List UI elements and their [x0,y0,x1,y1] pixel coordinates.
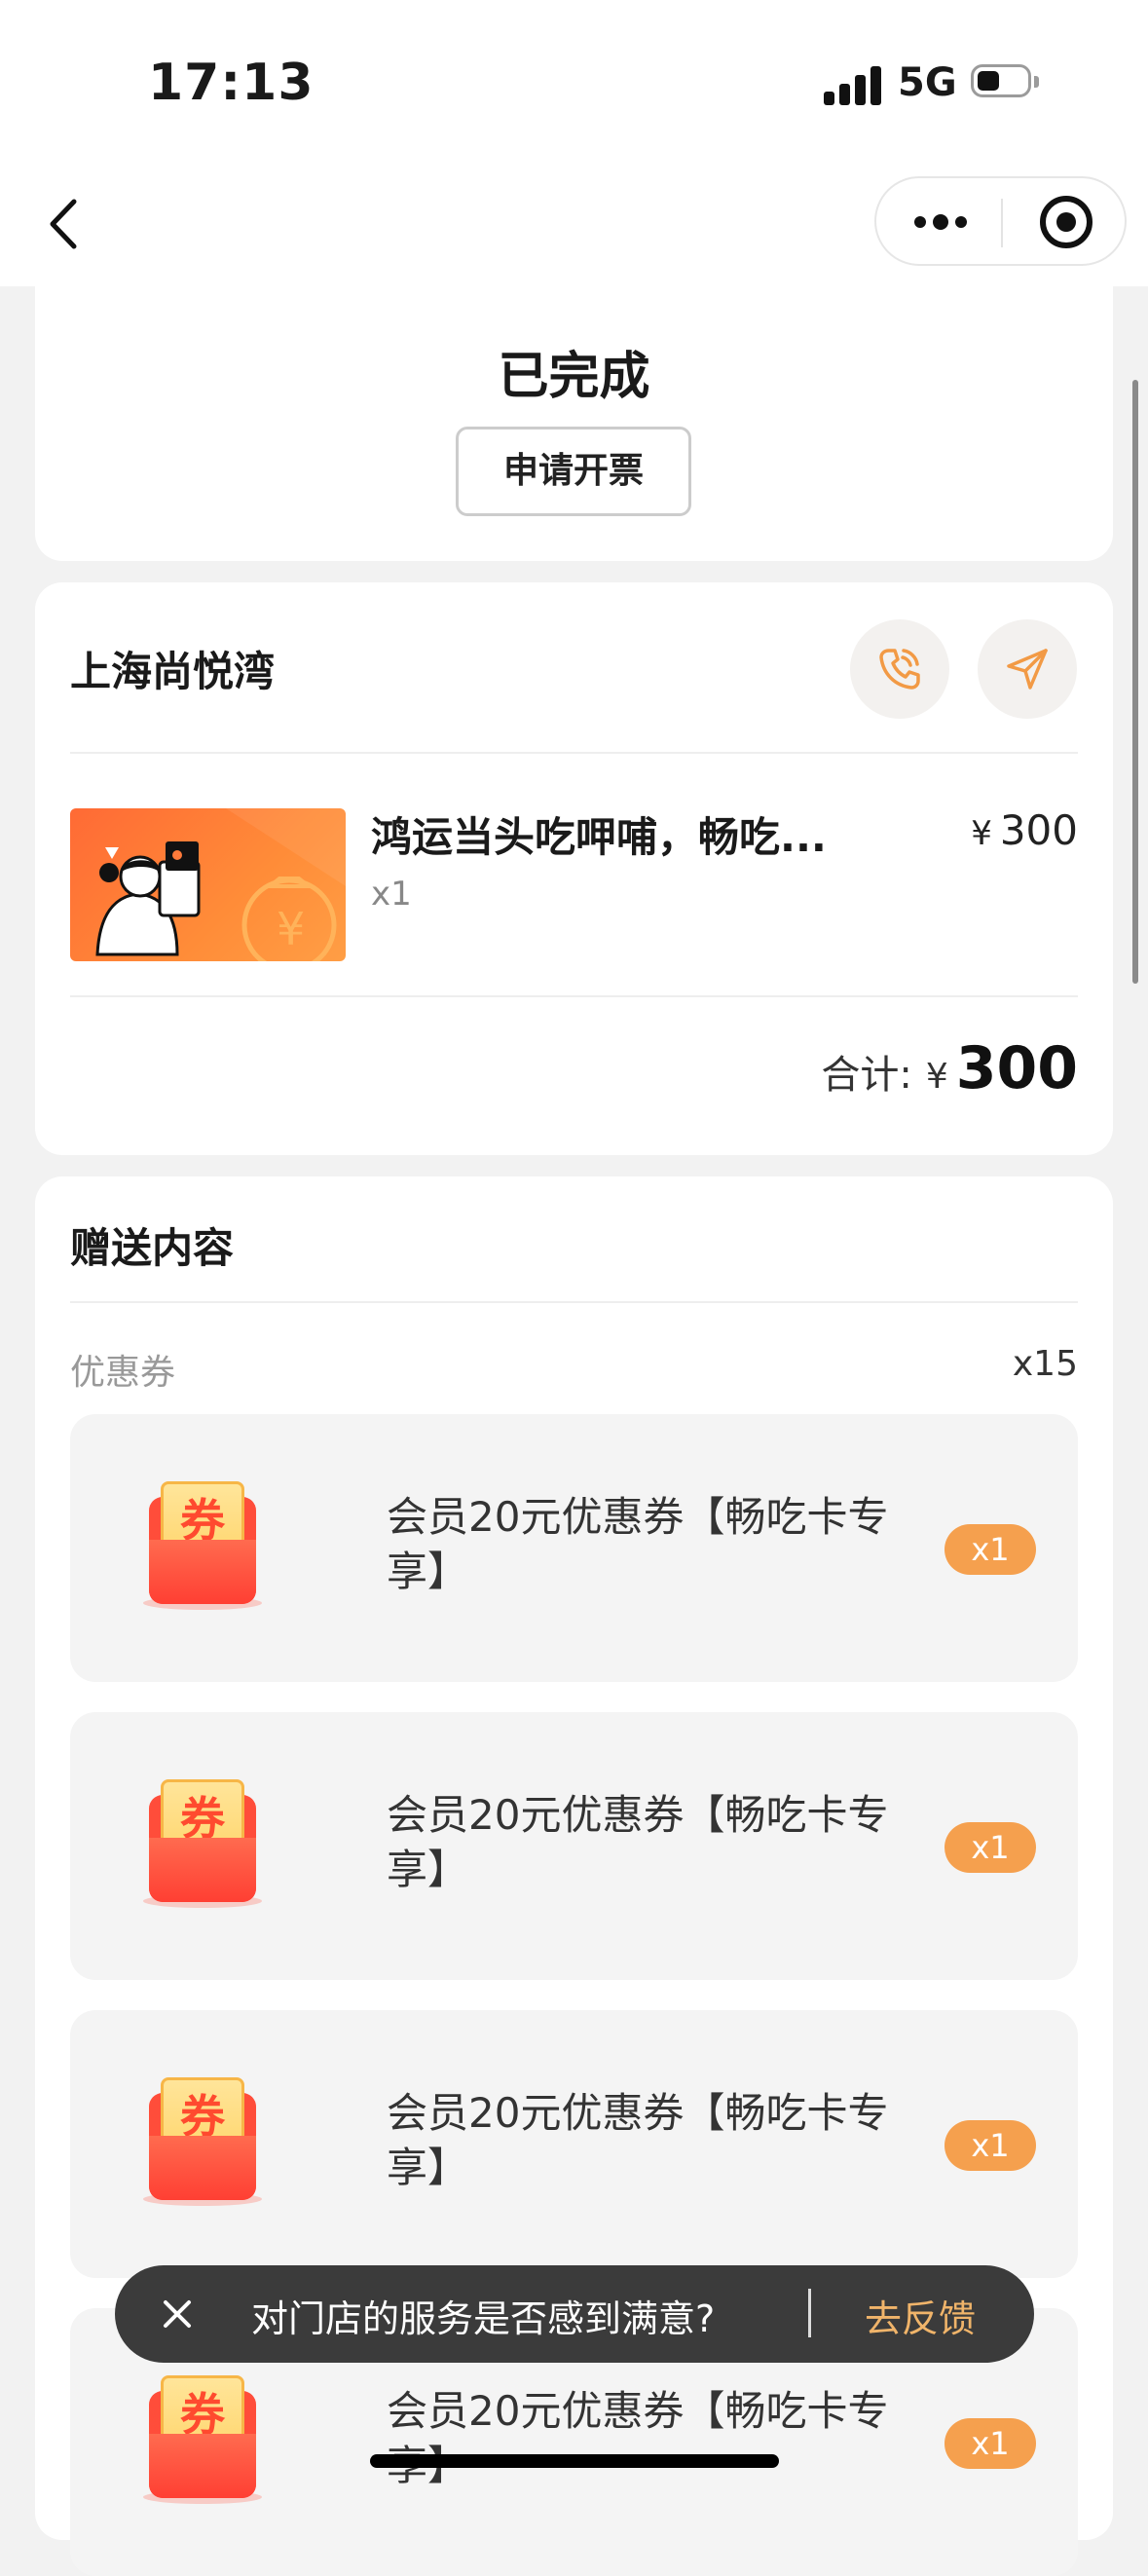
give-feedback-link[interactable]: 去反馈 [865,2289,976,2342]
coupon-item[interactable]: 券 会员20元优惠券【畅吃卡专享】 x1 [70,1414,1078,1682]
store-card: 上海尚悦湾 ¥ 鸿运当头吃呷哺，畅吃... x1 ¥ 300 合计: ¥ 300 [35,582,1113,1155]
coupon-item[interactable]: 券 会员20元优惠券【畅吃卡专享】 x1 [70,1712,1078,1980]
close-icon [164,2300,191,2328]
coupon-icon: 券 [139,2075,266,2212]
chevron-left-icon [50,199,77,249]
order-total: 合计: ¥300 [821,1034,1078,1102]
coupon-text: 会员20元优惠券【畅吃卡专享】 [387,1493,889,1595]
coupon-icon: 券 [139,1777,266,1914]
product-quantity: x1 [371,875,412,914]
status-time: 17:13 [148,54,315,112]
order-status-card: 已完成 申请开票 [35,282,1113,561]
total-label: 合计: [821,1053,912,1098]
close-toast-button[interactable] [158,2295,197,2333]
more-dots-icon [914,214,967,230]
gift-divider [70,1301,1078,1303]
total-currency: ¥ [925,1057,948,1097]
feedback-message: 对门店的服务是否感到满意? [251,2297,716,2340]
store-name: 上海尚悦湾 [70,648,276,695]
navigate-store-button[interactable] [978,619,1077,719]
coupon-icon: 券 [139,2373,266,2510]
coupon-section-count: x15 [1012,1344,1078,1384]
coupon-qty-badge: x1 [944,1822,1036,1873]
product-divider [70,995,1078,997]
more-button[interactable] [911,205,970,240]
coupon-qty-badge: x1 [944,1524,1036,1575]
home-indicator [370,2454,779,2468]
product-illustration-icon: ¥ [95,808,346,961]
toast-divider [808,2289,811,2337]
coupon-text: 会员20元优惠券【畅吃卡专享】 [387,2089,889,2191]
gift-title: 赠送内容 [70,1224,235,1272]
product-price-value: 300 [999,806,1078,854]
feedback-toast: 对门店的服务是否感到满意? 去反馈 [115,2265,1034,2363]
coupon-qty-badge: x1 [944,2120,1036,2171]
total-amount: 300 [955,1034,1078,1102]
top-bar: 17:13 5G [0,0,1148,286]
product-image[interactable]: ¥ [70,808,346,961]
capsule-divider [1001,199,1003,247]
target-icon [1040,196,1092,248]
signal-icon [824,64,882,105]
product-price-currency: ¥ [971,814,992,853]
coupon-text: 会员20元优惠券【畅吃卡专享】 [387,2387,889,2489]
network-label: 5G [898,60,957,105]
coupon-icon: 券 [139,1479,266,1616]
order-status-title: 已完成 [498,348,650,406]
coupon-section-label: 优惠券 [70,1353,176,1393]
product-price: ¥300 [971,806,1078,854]
coupon-qty-badge: x1 [944,2418,1036,2469]
mini-program-capsule [874,176,1127,266]
navigate-arrow-icon [1007,649,1048,690]
back-button[interactable] [39,190,97,258]
battery-icon [971,64,1041,101]
product-name: 鸿运当头吃呷哺，畅吃... [371,813,827,861]
close-mini-program-button[interactable] [1038,194,1094,250]
coupon-text: 会员20元优惠券【畅吃卡专享】 [387,1791,889,1893]
call-store-button[interactable] [850,619,949,719]
apply-invoice-button[interactable]: 申请开票 [456,427,691,516]
coupon-item[interactable]: 券 会员20元优惠券【畅吃卡专享】 x1 [70,2010,1078,2278]
phone-icon [879,649,920,690]
store-divider [70,752,1078,754]
svg-text:¥: ¥ [277,903,305,955]
scrollbar[interactable] [1132,380,1138,984]
